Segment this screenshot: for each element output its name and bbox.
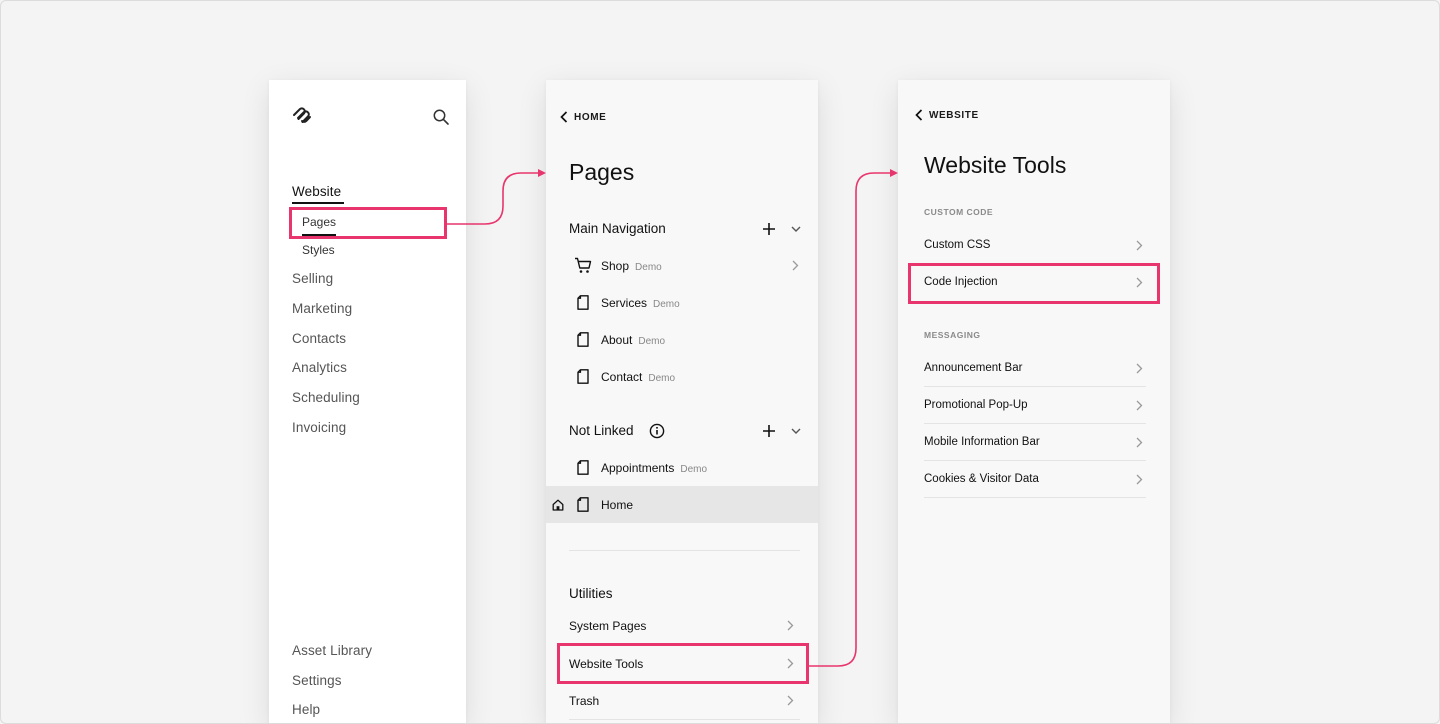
tool-mobile-information-bar[interactable]: Mobile Information Bar: [924, 436, 1040, 448]
highlight-website-tools: [557, 643, 809, 684]
section-main-navigation: Main Navigation: [569, 221, 666, 236]
section-not-linked: Not Linked: [569, 423, 634, 438]
nav-scheduling[interactable]: Scheduling: [292, 390, 360, 405]
chevron-left-icon: [560, 111, 568, 123]
tool-announcement-bar[interactable]: Announcement Bar: [924, 362, 1022, 374]
row-divider: [569, 719, 800, 720]
collapse-chevron-down-icon[interactable]: [789, 424, 803, 438]
back-home-label: HOME: [574, 111, 607, 123]
page-icon: [577, 369, 589, 384]
nav-styles[interactable]: Styles: [302, 243, 335, 257]
page-row-contact[interactable]: Contact Demo: [546, 358, 818, 395]
demo-tag: Demo: [635, 262, 662, 273]
row-divider: [924, 497, 1146, 498]
page-name: About: [601, 333, 633, 347]
nav-asset-library[interactable]: Asset Library: [292, 643, 372, 658]
highlight-pages: [289, 207, 447, 239]
nav-website[interactable]: Website: [292, 184, 341, 199]
section-utilities: Utilities: [569, 586, 613, 601]
add-page-plus-icon[interactable]: [762, 424, 776, 438]
utility-trash[interactable]: Trash: [569, 694, 599, 708]
row-divider: [924, 423, 1146, 424]
tool-promotional-popup[interactable]: Promotional Pop-Up: [924, 399, 1028, 411]
page-title: Website Tools: [924, 152, 1067, 178]
chevron-right-icon: [1136, 400, 1143, 411]
highlight-code-injection: [908, 263, 1160, 304]
page-name: Home: [601, 498, 634, 512]
section-divider: [569, 550, 800, 551]
page-row-services[interactable]: Services Demo: [546, 284, 818, 321]
page-icon: [577, 497, 589, 512]
nav-help[interactable]: Help: [292, 702, 320, 717]
cart-icon: [575, 257, 592, 273]
page-icon: [577, 460, 589, 475]
nav-selling[interactable]: Selling: [292, 271, 333, 286]
squarespace-logo-icon[interactable]: [291, 106, 313, 126]
add-page-plus-icon[interactable]: [762, 222, 776, 236]
row-divider: [924, 460, 1146, 461]
page-row-shop[interactable]: Shop Demo: [546, 247, 818, 284]
nav-analytics[interactable]: Analytics: [292, 360, 347, 375]
home-icon: [552, 499, 564, 511]
page-icon: [577, 295, 589, 310]
page-title: Pages: [569, 159, 635, 185]
messaging-label: MESSAGING: [924, 330, 981, 340]
nav-invoicing[interactable]: Invoicing: [292, 420, 346, 435]
tool-custom-css[interactable]: Custom CSS: [924, 239, 990, 251]
chevron-right-icon: [1136, 240, 1143, 251]
back-website-button[interactable]: WEBSITE: [915, 109, 979, 121]
chevron-right-icon: [787, 620, 794, 631]
page-name: Services: [601, 296, 648, 310]
demo-tag: Demo: [648, 373, 676, 384]
info-icon[interactable]: [649, 423, 665, 439]
custom-code-label: CUSTOM CODE: [924, 207, 994, 217]
active-nav-underline: [292, 202, 344, 204]
page-name: Appointments: [601, 461, 675, 475]
chevron-left-icon: [915, 109, 923, 121]
back-website-label: WEBSITE: [929, 109, 979, 121]
main-nav-panel: Website Pages Styles Selling Marketing C…: [269, 80, 466, 724]
nav-settings[interactable]: Settings: [292, 673, 342, 688]
chevron-right-icon: [792, 260, 799, 271]
website-tools-panel: WEBSITE Website Tools CUSTOM CODE Custom…: [898, 80, 1170, 724]
back-home-button[interactable]: HOME: [560, 111, 606, 123]
chevron-right-icon: [1136, 474, 1143, 485]
page-row-about[interactable]: About Demo: [546, 321, 818, 358]
page-row-home[interactable]: Home: [546, 486, 818, 523]
page-icon: [577, 332, 589, 347]
demo-tag: Demo: [638, 336, 666, 347]
nav-contacts[interactable]: Contacts: [292, 331, 346, 346]
demo-tag: Demo: [680, 464, 708, 475]
chevron-right-icon: [787, 695, 794, 706]
utility-system-pages[interactable]: System Pages: [569, 619, 646, 633]
collapse-chevron-down-icon[interactable]: [789, 222, 803, 236]
row-divider: [924, 386, 1146, 387]
pages-panel: HOME Pages Main Navigation Shop Demo Serv…: [546, 80, 818, 724]
chevron-right-icon: [1136, 363, 1143, 374]
chevron-right-icon: [1136, 437, 1143, 448]
page-name: Shop: [601, 259, 630, 273]
page-name: Contact: [601, 370, 643, 384]
page-row-appointments[interactable]: Appointments Demo: [546, 449, 818, 486]
nav-marketing[interactable]: Marketing: [292, 301, 352, 316]
tool-cookies-visitor-data[interactable]: Cookies & Visitor Data: [924, 473, 1039, 485]
demo-tag: Demo: [653, 299, 680, 310]
search-icon[interactable]: [432, 108, 450, 126]
